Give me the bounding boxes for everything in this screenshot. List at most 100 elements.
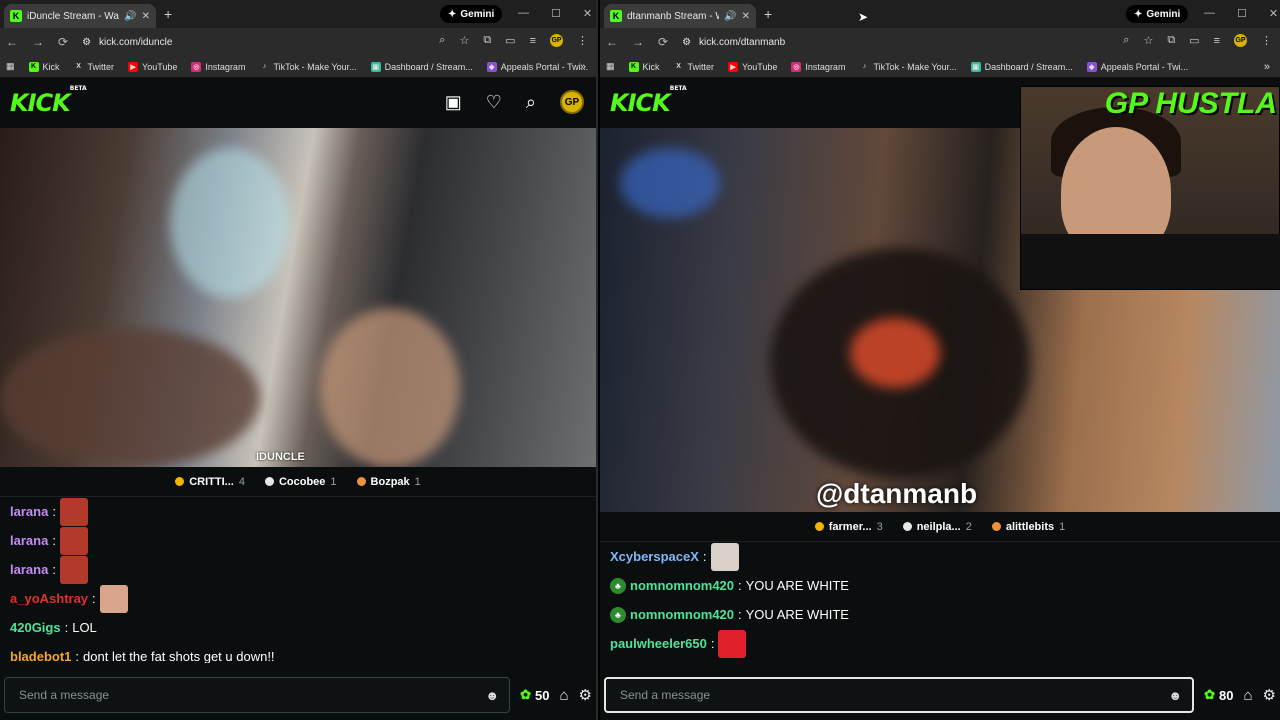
bookmark-instagram[interactable]: ◎ Instagram <box>191 61 245 72</box>
supporter-item[interactable]: alittlebits 1 <box>991 521 1065 533</box>
chat-username[interactable]: nomnomnom420 <box>630 578 734 593</box>
gear-icon[interactable]: ⚙ <box>1263 686 1276 704</box>
bookmark-dashboard[interactable]: ▣ Dashboard / Stream... <box>970 61 1073 72</box>
bookmark-youtube[interactable]: ▶ YouTube <box>128 61 177 72</box>
instagram-icon: ◎ <box>191 61 202 72</box>
avatar[interactable]: GP <box>560 90 584 114</box>
bookmark-kick[interactable]: K Kick <box>628 61 660 72</box>
media-icon[interactable]: ≡ <box>1214 35 1220 47</box>
speaker-icon[interactable]: 🔊 <box>124 11 136 22</box>
chat-username[interactable]: larana <box>10 562 48 577</box>
extensions-icon[interactable]: ⧉ <box>483 34 491 47</box>
apps-icon[interactable]: ▦ <box>606 61 615 72</box>
supporter-item[interactable]: Cocobee 1 <box>264 475 337 488</box>
bookmark-appeals[interactable]: ◆ Appeals Portal - Twi... <box>1086 61 1188 72</box>
cast-icon[interactable]: ▭ <box>505 34 515 47</box>
bookmark-dashboard[interactable]: ▣ Dashboard / Stream... <box>370 61 473 72</box>
browse-icon[interactable]: ▣ <box>445 92 462 113</box>
gemini-button[interactable]: ✦ Gemini <box>1126 5 1189 23</box>
emoji-icon[interactable]: ☻ <box>1168 688 1182 703</box>
close-tab-icon[interactable]: ✕ <box>142 11 150 22</box>
kick-logo[interactable]: KICKBETA <box>10 85 87 117</box>
bookmark-kick[interactable]: K Kick <box>28 61 60 72</box>
profile-icon[interactable]: GP <box>1234 34 1247 47</box>
maximize-icon[interactable]: ☐ <box>1237 7 1247 20</box>
minimize-icon[interactable]: — <box>518 7 529 20</box>
chat-username[interactable]: nomnomnom420 <box>630 607 734 622</box>
bookmark-instagram[interactable]: ◎ Instagram <box>791 61 845 72</box>
store-icon[interactable]: ⌂ <box>559 687 568 704</box>
chat-username[interactable]: paulwheeler650 <box>610 636 707 651</box>
kick-logo[interactable]: KICKBETA <box>610 85 687 117</box>
zoom-icon[interactable]: ⌕ <box>1123 34 1129 47</box>
heart-icon[interactable]: ♡ <box>486 92 502 113</box>
bookmark-twitter[interactable]: X Twitter <box>674 62 714 72</box>
chat-username[interactable]: a_yoAshtray <box>10 591 88 606</box>
channel-points[interactable]: ✿ 50 <box>520 687 549 703</box>
new-tab-button[interactable]: + <box>764 6 772 22</box>
chat-username[interactable]: XcyberspaceX <box>610 549 699 564</box>
supporter-item[interactable]: farmer... 3 <box>814 521 883 533</box>
new-tab-button[interactable]: + <box>164 6 172 22</box>
forward-icon[interactable]: → <box>32 35 44 49</box>
bookmark-tiktok[interactable]: ♪ TikTok - Make Your... <box>259 62 357 72</box>
apps-icon[interactable]: ▦ <box>6 61 15 72</box>
tab-dtanmanb[interactable]: K dtanmanb Stream - Watch Live 🔊 ✕ <box>604 4 756 28</box>
bookmark-tiktok[interactable]: ♪ TikTok - Make Your... <box>859 62 957 72</box>
points-icon: ✿ <box>520 687 532 702</box>
maximize-icon[interactable]: ☐ <box>551 7 561 20</box>
emoji-icon[interactable]: ☻ <box>485 688 499 703</box>
reload-icon[interactable]: ⟳ <box>58 35 68 49</box>
supporter-item[interactable]: CRITTI... 4 <box>175 476 245 488</box>
omnibox[interactable]: ⚙ kick.com/dtanmanb <box>682 37 785 48</box>
bookmark-twitter[interactable]: X Twitter <box>74 62 114 72</box>
speaker-icon[interactable]: 🔊 <box>724 11 736 22</box>
menu-icon[interactable]: ⋮ <box>1261 34 1272 47</box>
gear-icon[interactable]: ⚙ <box>579 686 592 704</box>
address-bar-row: ← → ⟳ ⚙ kick.com/iduncle ⌕ ☆ ⧉ ▭ ≡ GP ⋮ <box>0 28 596 56</box>
tab-iduncle[interactable]: K iDuncle Stream - Watch Live 🔊 ✕ <box>4 4 156 28</box>
bookmark-youtube[interactable]: ▶ YouTube <box>728 61 777 72</box>
bookmark-label: Kick <box>42 61 60 72</box>
search-icon[interactable]: ⌕ <box>526 92 536 113</box>
extensions-icon[interactable]: ⧉ <box>1167 34 1175 47</box>
chat-input[interactable]: Send a message ☻ <box>604 677 1195 713</box>
zoom-icon[interactable]: ⌕ <box>439 34 445 47</box>
omnibox[interactable]: ⚙ kick.com/iduncle <box>82 37 172 48</box>
forward-icon[interactable]: → <box>632 35 644 49</box>
back-icon[interactable]: ← <box>6 35 18 49</box>
cast-icon[interactable]: ▭ <box>1189 34 1199 47</box>
back-icon[interactable]: ← <box>606 35 618 49</box>
more-bookmarks-icon[interactable]: » <box>580 61 586 73</box>
chat-message: XcyberspaceX: <box>610 542 1270 571</box>
close-tab-icon[interactable]: ✕ <box>742 11 750 22</box>
close-window-icon[interactable]: ✕ <box>583 7 592 20</box>
more-bookmarks-icon[interactable]: » <box>1264 61 1270 73</box>
toolbar-icons: ⌕ ☆ ⧉ ▭ ≡ GP ⋮ <box>1123 34 1272 47</box>
store-icon[interactable]: ⌂ <box>1243 687 1252 704</box>
site-info-icon[interactable]: ⚙ <box>82 37 91 48</box>
chat-username[interactable]: bladebot1 <box>10 649 71 663</box>
star-icon[interactable]: ☆ <box>459 34 469 47</box>
star-icon[interactable]: ☆ <box>1143 34 1153 47</box>
reload-icon[interactable]: ⟳ <box>658 35 668 49</box>
sidewalk-blur <box>0 328 260 467</box>
chat-username[interactable]: 420Gigs <box>10 620 61 635</box>
gemini-button[interactable]: ✦ Gemini <box>440 5 503 23</box>
media-icon[interactable]: ≡ <box>530 35 536 47</box>
supporter-name: Cocobee <box>278 475 326 488</box>
window-controls: — ☐ ✕ <box>1204 7 1278 20</box>
profile-icon[interactable]: GP <box>550 34 563 47</box>
minimize-icon[interactable]: — <box>1204 7 1215 20</box>
chat-username[interactable]: larana <box>10 504 48 519</box>
bookmark-appeals[interactable]: ◆ Appeals Portal - Twi... <box>486 61 588 72</box>
video-player[interactable]: IDUNCLE <box>0 128 596 467</box>
supporter-item[interactable]: neilpla... 2 <box>902 521 972 533</box>
close-window-icon[interactable]: ✕ <box>1269 7 1278 20</box>
site-info-icon[interactable]: ⚙ <box>682 37 691 48</box>
chat-username[interactable]: larana <box>10 533 48 548</box>
chat-input[interactable]: Send a message ☻ <box>4 677 511 713</box>
channel-points[interactable]: ✿ 80 <box>1204 687 1233 703</box>
supporter-item[interactable]: Bozpak 1 <box>356 476 421 488</box>
menu-icon[interactable]: ⋮ <box>577 34 588 47</box>
